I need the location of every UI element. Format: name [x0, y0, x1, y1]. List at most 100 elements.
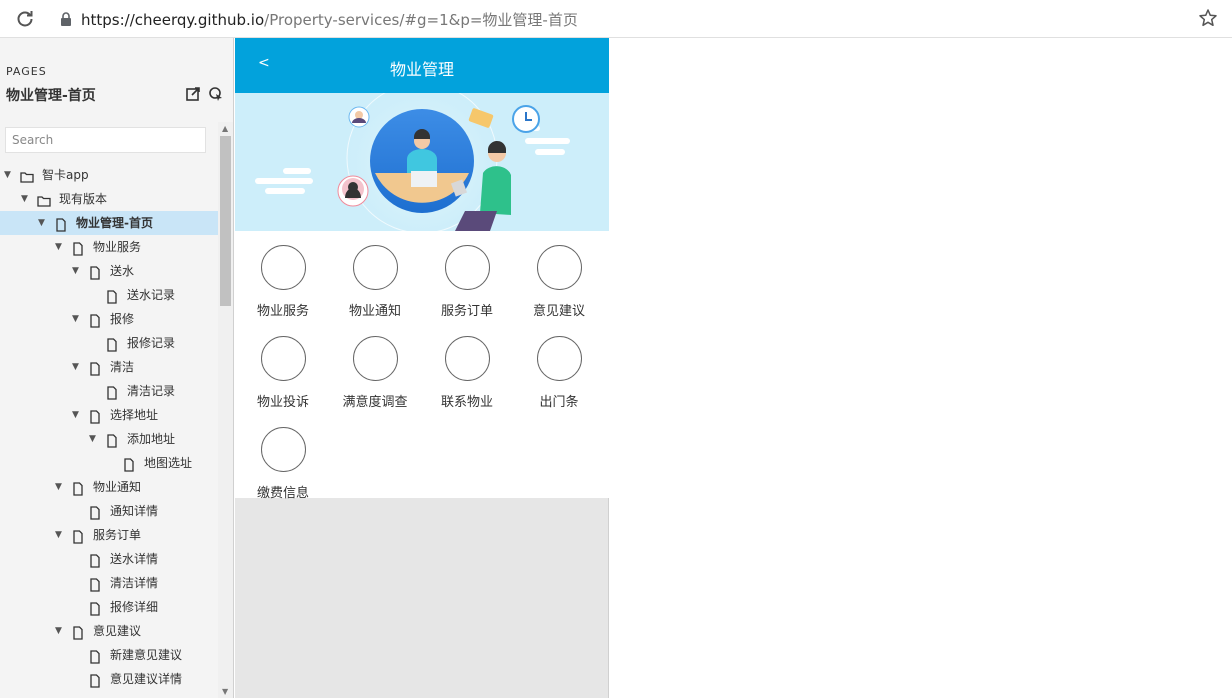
- expand-caret-icon[interactable]: ▼: [55, 523, 62, 547]
- page-icon: [71, 480, 85, 496]
- service-grid-item[interactable]: 满意度调查: [329, 336, 421, 416]
- phone-preview: < 物业管理 物业服务 物业通知 服务订单 意见建议 物业投诉 满意度调查 联系…: [235, 38, 609, 698]
- tree-item[interactable]: 报修记录: [0, 331, 218, 355]
- tree-item-label: 送水记录: [127, 288, 176, 302]
- tree-item-label: 清洁详情: [110, 576, 159, 590]
- service-label: 缴费信息: [256, 486, 309, 501]
- service-circle-icon[interactable]: [261, 245, 306, 290]
- tree-item[interactable]: ▼ 物业通知: [0, 475, 218, 499]
- current-page-title: 物业管理-首页: [6, 88, 96, 104]
- tree-item-label: 现有版本: [59, 192, 108, 206]
- tree-item[interactable]: 地图选址: [0, 451, 218, 475]
- page-icon: [54, 216, 68, 232]
- tree-item-label: 物业管理-首页: [76, 216, 153, 230]
- service-grid-item[interactable]: 物业投诉: [237, 336, 329, 416]
- service-grid-item[interactable]: 物业服务: [237, 245, 329, 325]
- service-circle-icon[interactable]: [261, 427, 306, 472]
- tree-item[interactable]: 报修详细: [0, 595, 218, 619]
- scroll-up-arrow-icon[interactable]: ▲: [222, 124, 228, 133]
- service-label: 服务订单: [440, 304, 493, 319]
- scrollbar-thumb[interactable]: [220, 136, 231, 306]
- expand-caret-icon[interactable]: ▼: [72, 355, 79, 379]
- tree-item[interactable]: 清洁记录: [0, 379, 218, 403]
- service-label: 物业投诉: [256, 395, 309, 410]
- tree-item-label: 清洁: [110, 360, 135, 374]
- tree-item-label: 智卡app: [42, 168, 89, 182]
- service-circle-icon[interactable]: [445, 245, 490, 290]
- tree-item[interactable]: ▼ 送水: [0, 259, 218, 283]
- folder-icon: [20, 168, 34, 183]
- service-label: 物业服务: [256, 304, 309, 319]
- address-bar[interactable]: https://cheerqy.github.io/Property-servi…: [81, 9, 578, 30]
- page-tree: ▼ 智卡app ▼ 现有版本 ▼ 物业管理-首页 ▼ 物业服务 ▼ 送水 送水记录 ▼ 报修 报修记录 ▼ 清…: [0, 163, 218, 691]
- tree-item[interactable]: ▼ 现有版本: [0, 187, 218, 211]
- service-grid-item[interactable]: 物业通知: [329, 245, 421, 325]
- expand-caret-icon[interactable]: ▼: [21, 187, 28, 211]
- tree-item-label: 报修记录: [127, 336, 176, 350]
- page-icon: [88, 360, 102, 376]
- tree-item[interactable]: ▼ 清洁: [0, 355, 218, 379]
- locate-page-icon[interactable]: [208, 86, 224, 102]
- tree-item[interactable]: ▼ 报修: [0, 307, 218, 331]
- app-header: < 物业管理: [235, 38, 609, 93]
- expand-caret-icon[interactable]: ▼: [72, 403, 79, 427]
- service-circle-icon[interactable]: [537, 336, 582, 381]
- tree-item[interactable]: 新建意见建议: [0, 643, 218, 667]
- page-icon: [88, 600, 102, 616]
- tree-item[interactable]: ▼ 智卡app: [0, 163, 218, 187]
- tree-item[interactable]: ▼ 物业管理-首页: [0, 211, 218, 235]
- tree-item-label: 地图选址: [144, 456, 193, 470]
- sidebar-scrollbar[interactable]: ▲ ▼: [218, 122, 233, 698]
- expand-caret-icon[interactable]: ▼: [55, 619, 62, 643]
- tree-item[interactable]: ▼ 物业服务: [0, 235, 218, 259]
- expand-caret-icon[interactable]: ▼: [4, 163, 11, 187]
- tree-item[interactable]: 送水记录: [0, 283, 218, 307]
- tree-item-label: 报修详细: [110, 600, 159, 614]
- tree-item[interactable]: ▼ 服务订单: [0, 523, 218, 547]
- service-circle-icon[interactable]: [353, 245, 398, 290]
- tree-item-label: 报修: [110, 312, 135, 326]
- service-label: 满意度调查: [342, 395, 408, 410]
- tree-item-label: 服务订单: [93, 528, 142, 542]
- service-grid-item[interactable]: 出门条: [513, 336, 605, 416]
- expand-caret-icon[interactable]: ▼: [55, 235, 62, 259]
- header-title: 物业管理: [389, 60, 454, 79]
- service-label: 出门条: [539, 395, 579, 410]
- url-path: /Property-services/#g=1&p=物业管理-首页: [264, 11, 578, 29]
- expand-caret-icon[interactable]: ▼: [55, 475, 62, 499]
- reload-icon[interactable]: [14, 8, 36, 30]
- browser-toolbar: https://cheerqy.github.io/Property-servi…: [0, 0, 1232, 38]
- tree-item[interactable]: ▼ 选择地址: [0, 403, 218, 427]
- page-icon: [88, 672, 102, 688]
- service-circle-icon[interactable]: [445, 336, 490, 381]
- tree-item[interactable]: ▼ 添加地址: [0, 427, 218, 451]
- page-icon: [88, 552, 102, 568]
- service-circle-icon[interactable]: [537, 245, 582, 290]
- page-icon: [105, 432, 119, 448]
- tree-item[interactable]: 意见建议详情: [0, 667, 218, 691]
- tree-item[interactable]: ▼ 意见建议: [0, 619, 218, 643]
- search-input[interactable]: [5, 127, 206, 153]
- service-grid-item[interactable]: 意见建议: [513, 245, 605, 325]
- expand-caret-icon[interactable]: ▼: [72, 259, 79, 283]
- page-icon: [88, 648, 102, 664]
- tree-item[interactable]: 清洁详情: [0, 571, 218, 595]
- bookmark-star-icon[interactable]: [1198, 8, 1218, 28]
- page-icon: [88, 312, 102, 328]
- expand-caret-icon[interactable]: ▼: [72, 307, 79, 331]
- tree-item-label: 送水详情: [110, 552, 159, 566]
- tree-item[interactable]: 送水详情: [0, 547, 218, 571]
- tree-item[interactable]: 通知详情: [0, 499, 218, 523]
- service-grid-item[interactable]: 缴费信息: [237, 427, 329, 507]
- page-icon: [105, 288, 119, 304]
- expand-caret-icon[interactable]: ▼: [89, 427, 96, 451]
- service-grid-item[interactable]: 联系物业: [421, 336, 513, 416]
- page-icon: [71, 528, 85, 544]
- expand-caret-icon[interactable]: ▼: [38, 211, 45, 235]
- open-in-new-icon[interactable]: [185, 86, 201, 102]
- service-circle-icon[interactable]: [353, 336, 398, 381]
- page-icon: [105, 384, 119, 400]
- scroll-down-arrow-icon[interactable]: ▼: [222, 687, 228, 696]
- service-grid-item[interactable]: 服务订单: [421, 245, 513, 325]
- service-circle-icon[interactable]: [261, 336, 306, 381]
